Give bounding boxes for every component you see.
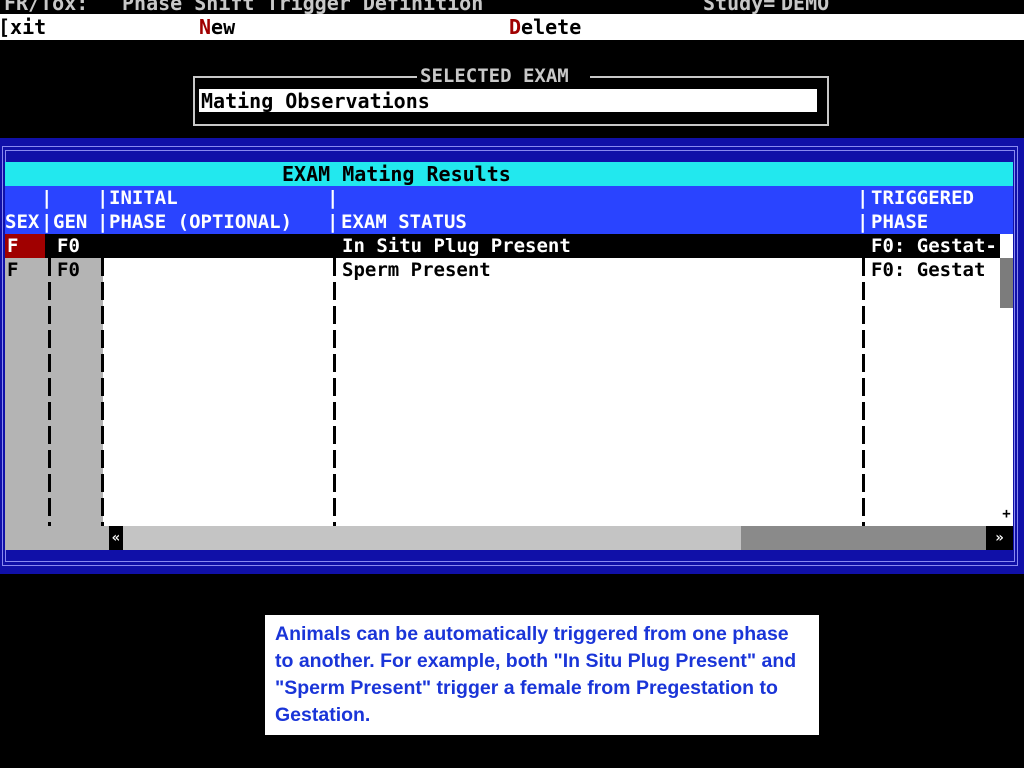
cell-sex[interactable]: F: [5, 234, 45, 258]
horizontal-scrollbar: « »: [5, 526, 1013, 550]
header-separator: |: [97, 211, 109, 233]
scroll-right-icon[interactable]: »: [986, 526, 1013, 550]
header-separator: |: [857, 187, 869, 209]
header-separator: |: [327, 187, 339, 209]
title-bar: FR/Tox: Phase Shift Trigger Definition S…: [0, 0, 1024, 14]
cell-initial-phase[interactable]: [109, 258, 329, 282]
results-title: EXAM Mating Results: [282, 162, 511, 186]
menu-delete-label: elete: [521, 15, 582, 39]
menu-bar: [xit New Delete: [0, 14, 1024, 40]
selected-exam-field[interactable]: Mating Observations: [198, 88, 818, 113]
grid-header: SEX | | GEN | | INITAL PHASE (OPTIONAL) …: [5, 186, 1013, 234]
header-separator: |: [41, 187, 53, 209]
results-title-bar: EXAM Mating Results: [5, 162, 1013, 186]
selected-exam-legend: SELECTED EXAM: [420, 65, 569, 87]
cell-exam-status[interactable]: In Situ Plug Present: [342, 234, 857, 258]
results-grid: F F0 In Situ Plug Present F0: Gestat- F …: [5, 234, 1013, 526]
menu-new-label: ew: [211, 15, 236, 39]
header-gen[interactable]: GEN: [53, 210, 87, 234]
app-name: FR/Tox:: [4, 0, 89, 14]
horizontal-scroll-thumb[interactable]: [741, 526, 986, 550]
menu-new-hotkey: N: [199, 15, 212, 39]
frame-line: [193, 76, 417, 78]
header-triggered-phase-line2[interactable]: PHASE: [871, 210, 928, 234]
header-separator: |: [41, 211, 53, 233]
cell-exam-status[interactable]: Sperm Present: [342, 258, 857, 282]
cell-gen[interactable]: F0: [57, 234, 97, 258]
header-separator: |: [857, 211, 869, 233]
scroll-plus-icon[interactable]: +: [1000, 504, 1013, 524]
menu-exit-label: xit: [10, 15, 47, 39]
menu-exit-bracket: [: [0, 15, 10, 39]
cell-triggered-phase[interactable]: F0: Gestat-: [871, 234, 1001, 258]
table-row[interactable]: F F0 Sperm Present F0: Gestat: [5, 258, 1000, 282]
cell-initial-phase[interactable]: [109, 234, 329, 258]
header-exam-status[interactable]: EXAM STATUS: [341, 210, 467, 234]
header-initial-phase-line2[interactable]: PHASE (OPTIONAL): [109, 210, 292, 234]
menu-delete-hotkey: D: [509, 15, 522, 39]
study-value: DEMO: [781, 0, 830, 14]
header-separator: |: [97, 187, 109, 209]
caption-text: Animals can be automatically triggered f…: [275, 623, 797, 726]
frame-line: [590, 76, 827, 78]
column-separator: [101, 234, 104, 526]
menu-exit[interactable]: [xit: [0, 15, 46, 39]
header-initial-phase-line1[interactable]: INITAL: [109, 186, 178, 210]
screen-title: Phase Shift Trigger Definition: [122, 0, 484, 14]
column-separator: [48, 234, 51, 526]
vertical-scroll-thumb[interactable]: [1000, 258, 1013, 308]
header-separator: |: [327, 211, 339, 233]
header-triggered-phase-line1[interactable]: TRIGGERED: [871, 186, 974, 210]
table-row[interactable]: F F0 In Situ Plug Present F0: Gestat-: [5, 234, 1000, 258]
column-separator: [333, 234, 336, 526]
menu-new[interactable]: New: [199, 15, 235, 39]
cell-sex[interactable]: F: [7, 258, 43, 282]
caption-box: Animals can be automatically triggered f…: [265, 615, 819, 735]
scroll-left-icon[interactable]: «: [109, 526, 123, 550]
cell-gen[interactable]: F0: [57, 258, 97, 282]
study-label: Study=: [703, 0, 776, 14]
menu-delete[interactable]: Delete: [509, 15, 581, 39]
column-separator: [862, 234, 865, 526]
header-sex[interactable]: SEX: [5, 210, 39, 234]
vertical-scrollbar[interactable]: +: [1000, 258, 1013, 526]
cell-triggered-phase[interactable]: F0: Gestat: [871, 258, 1001, 282]
horizontal-scroll-track[interactable]: [123, 526, 741, 550]
